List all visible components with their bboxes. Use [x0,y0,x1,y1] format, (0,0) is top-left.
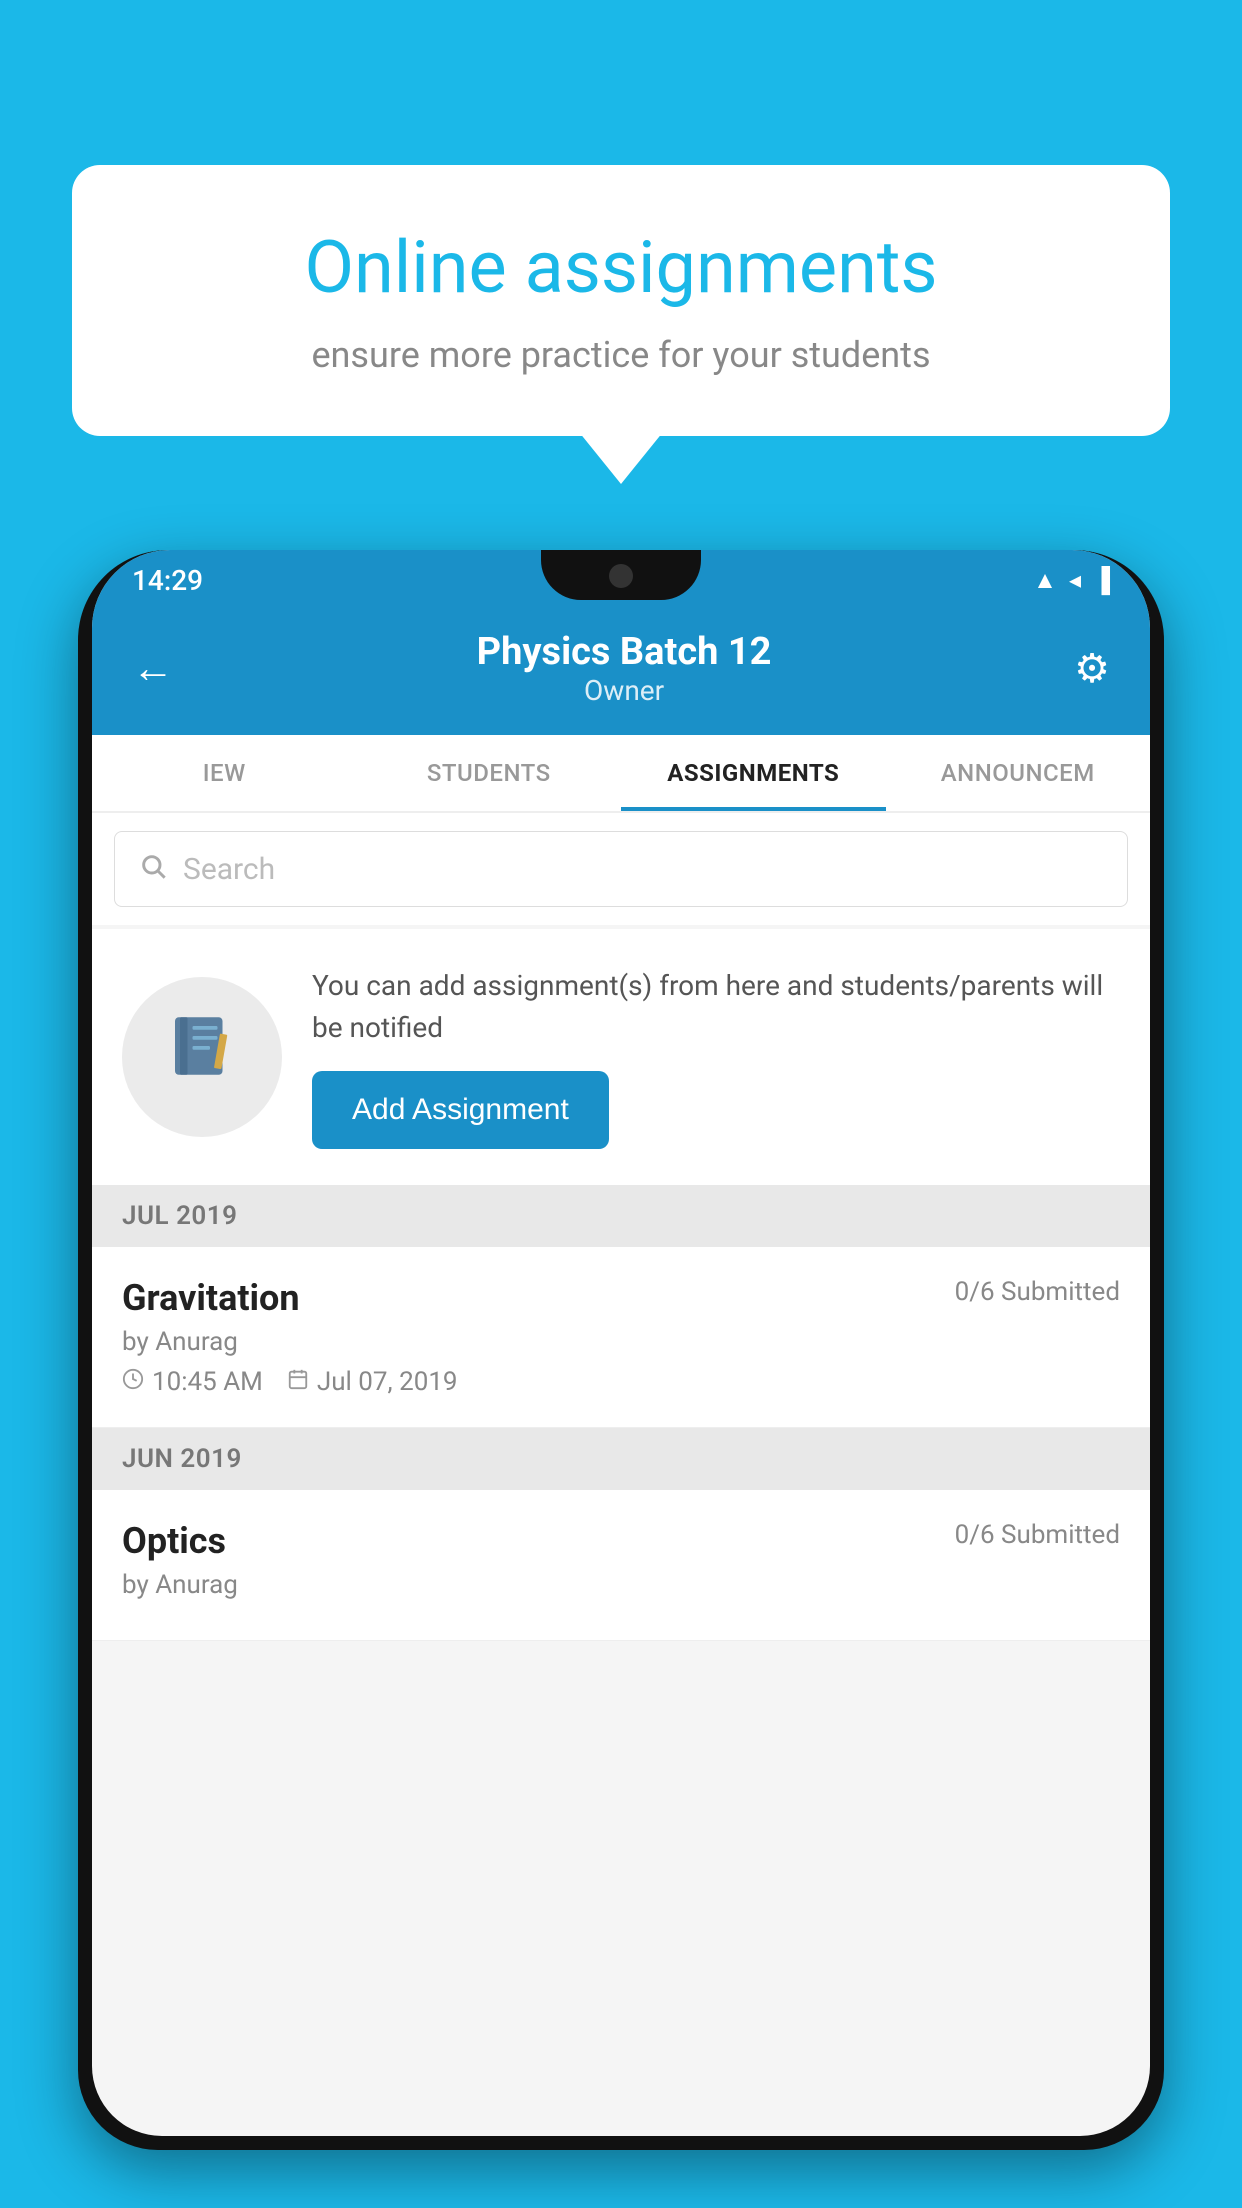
tab-announcements[interactable]: ANNOUNCEM [886,735,1151,811]
phone-frame: 14:29 ▲ ◂ ▐ ← Physics Batch 12 Owner ⚙ I… [78,550,1164,2150]
assignment-time: 10:45 AM [122,1367,263,1397]
add-assignment-button[interactable]: Add Assignment [312,1071,609,1149]
back-button[interactable]: ← [132,644,174,693]
app-header: ← Physics Batch 12 Owner ⚙ [92,610,1150,735]
phone-notch [541,550,701,600]
assignment-author: by Anurag [122,1327,1120,1357]
speech-bubble-subtitle: ensure more practice for your students [142,334,1100,376]
signal-icon: ◂ [1069,566,1081,594]
status-icons: ▲ ◂ ▐ [1033,566,1110,595]
phone-screen: 14:29 ▲ ◂ ▐ ← Physics Batch 12 Owner ⚙ I… [92,550,1150,2136]
assignment-item-optics[interactable]: Optics 0/6 Submitted by Anurag [92,1490,1150,1641]
wifi-icon: ▲ [1033,566,1057,595]
tab-assignments[interactable]: ASSIGNMENTS [621,735,886,811]
info-content: You can add assignment(s) from here and … [312,965,1120,1149]
assignment-name-optics: Optics [122,1520,226,1562]
header-title: Physics Batch 12 [477,630,772,674]
assignment-row1: Gravitation 0/6 Submitted [122,1277,1120,1319]
assignment-author-optics: by Anurag [122,1570,1120,1600]
notebook-icon [165,1011,240,1104]
section-header-jul: JUL 2019 [92,1185,1150,1247]
assignment-icon-circle [122,977,282,1137]
header-subtitle: Owner [477,674,772,707]
battery-icon: ▐ [1093,566,1110,595]
section-header-jun: JUN 2019 [92,1428,1150,1490]
tabs-bar: IEW STUDENTS ASSIGNMENTS ANNOUNCEM [92,735,1150,813]
date-text: Jul 07, 2019 [317,1367,458,1397]
clock-icon [122,1368,144,1396]
camera-icon [609,564,633,588]
assignment-item-gravitation[interactable]: Gravitation 0/6 Submitted by Anurag 10:4… [92,1247,1150,1428]
assignment-date: Jul 07, 2019 [287,1367,458,1397]
assignment-submitted-optics: 0/6 Submitted [955,1520,1120,1550]
search-placeholder: Search [183,852,275,887]
search-container: Search [92,813,1150,925]
assignment-meta: 10:45 AM Jul 07, 2019 [122,1367,1120,1397]
assignment-submitted: 0/6 Submitted [955,1277,1120,1307]
tab-iew[interactable]: IEW [92,735,357,811]
phone-container: 14:29 ▲ ◂ ▐ ← Physics Batch 12 Owner ⚙ I… [78,550,1164,2208]
tab-students[interactable]: STUDENTS [357,735,622,811]
assignment-row1-optics: Optics 0/6 Submitted [122,1520,1120,1562]
search-bar[interactable]: Search [114,831,1128,907]
time-text: 10:45 AM [152,1367,263,1397]
search-icon [139,850,167,888]
info-section: You can add assignment(s) from here and … [92,929,1150,1185]
info-text: You can add assignment(s) from here and … [312,965,1120,1049]
calendar-icon [287,1368,309,1396]
settings-button[interactable]: ⚙ [1074,645,1110,692]
speech-bubble-title: Online assignments [142,225,1100,310]
speech-bubble-card: Online assignments ensure more practice … [72,165,1170,436]
header-title-group: Physics Batch 12 Owner [477,630,772,707]
assignment-name: Gravitation [122,1277,300,1319]
status-time: 14:29 [132,564,203,597]
